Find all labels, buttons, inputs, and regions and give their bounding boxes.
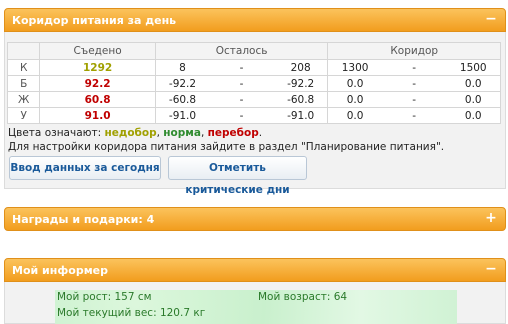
header-corridor: Коридор (327, 42, 501, 60)
settings-hint: Для настройки коридора питания зайдите в… (8, 141, 445, 153)
corridor-to: 0.0 (446, 91, 501, 108)
remaining-to: -60.8 (273, 91, 329, 108)
remaining-to: 208 (273, 59, 329, 76)
table-row: У 91.0 -91.0- -91.0 0.0-0.0 (6, 107, 501, 124)
corridor-table: Съедено Осталось Коридор К 1292 8-208 1300-… (6, 42, 501, 124)
corridor-to: 0.0 (446, 107, 501, 124)
remaining-dash: - (209, 107, 274, 124)
table-row: К 1292 8-208 1300-1500 (6, 59, 501, 76)
remaining-from: -60.8 (154, 91, 210, 108)
informer-panel-title: Мой информер (12, 264, 109, 277)
corridor-dash: - (381, 107, 447, 124)
remaining-from: -91.0 (154, 107, 210, 124)
corridor-dash: - (381, 59, 447, 76)
table-row: Б 92.2 -92.2- -92.2 0.0-0.0 (6, 75, 501, 92)
expand-icon[interactable]: + (484, 211, 498, 225)
color-legend: Цвета означают: недобор, норма, перебор. (8, 127, 262, 139)
header-blank (6, 42, 41, 60)
row-label: У (6, 107, 41, 124)
row-label: Б (6, 75, 41, 92)
header-eaten: Съедено (39, 42, 156, 60)
legend-over: перебор (207, 127, 259, 139)
row-label: Ж (6, 91, 41, 108)
legend-sep2: , (200, 127, 208, 139)
remaining-from: -92.2 (154, 75, 210, 92)
row-label: К (6, 59, 41, 76)
legend-under: недобор (104, 127, 157, 139)
corridor-dash: - (381, 91, 447, 108)
rewards-panel-header[interactable]: Награды и подарки: 4 + (4, 207, 506, 231)
informer-panel-header[interactable]: Мой информер − (4, 258, 506, 282)
header-remaining: Осталось (154, 42, 329, 60)
corridor-to: 1500 (446, 59, 501, 76)
table-header-row: Съедено Осталось Коридор (6, 42, 501, 60)
height-text: Мой рост: 157 см (57, 291, 152, 303)
weight-text: Мой текущий вес: 120.7 кг (57, 307, 206, 319)
eaten-value: 92.2 (39, 75, 156, 92)
corridor-from: 0.0 (327, 91, 382, 108)
corridor-from: 0.0 (327, 75, 382, 92)
age-text: Мой возраст: 64 (258, 291, 348, 303)
eaten-value: 60.8 (39, 91, 156, 108)
eaten-value: 91.0 (39, 107, 156, 124)
eaten-value: 1292 (39, 59, 156, 76)
enter-today-data-button[interactable]: Ввод данных за сегодня (9, 156, 161, 180)
legend-end: . (258, 127, 263, 139)
remaining-dash: - (209, 91, 274, 108)
mark-critical-days-button[interactable]: Отметить критические дни (168, 156, 307, 196)
remaining-to: -92.2 (273, 75, 329, 92)
remaining-dash: - (209, 75, 274, 92)
remaining-from: 8 (154, 59, 210, 76)
corridor-panel-header[interactable]: Коридор питания за день − (4, 8, 506, 32)
remaining-to: -91.0 (273, 107, 329, 124)
corridor-from: 1300 (327, 59, 382, 76)
remaining-dash: - (209, 59, 274, 76)
collapse-icon[interactable]: − (484, 12, 498, 26)
legend-norm: норма (163, 127, 201, 139)
rewards-panel-title: Награды и подарки: 4 (12, 213, 155, 226)
legend-prefix: Цвета означают: (8, 127, 105, 139)
corridor-dash: - (381, 75, 447, 92)
table-row: Ж 60.8 -60.8- -60.8 0.0-0.0 (6, 91, 501, 108)
corridor-to: 0.0 (446, 75, 501, 92)
collapse-icon[interactable]: − (484, 262, 498, 276)
corridor-from: 0.0 (327, 107, 382, 124)
corridor-panel-title: Коридор питания за день (12, 14, 177, 27)
